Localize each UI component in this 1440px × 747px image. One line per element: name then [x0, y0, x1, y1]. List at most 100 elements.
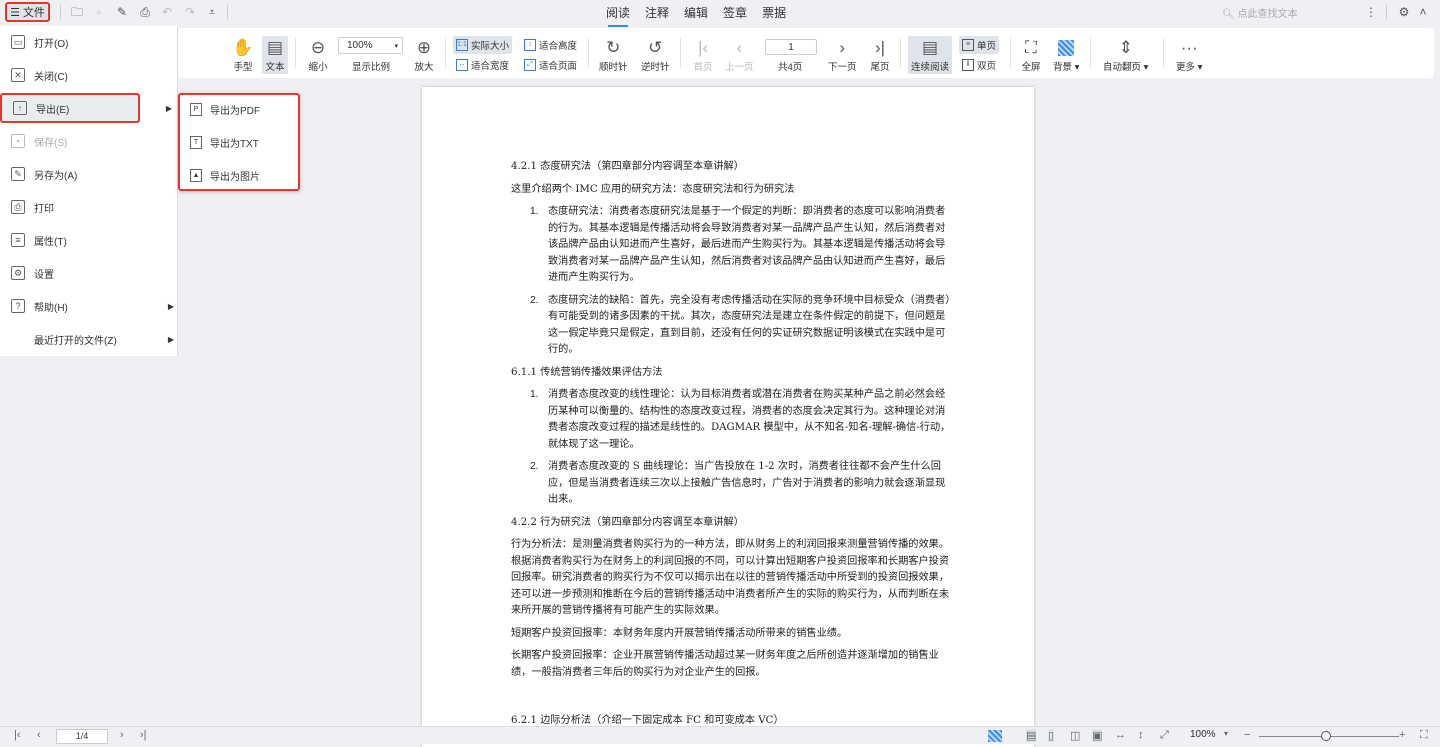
last-page-button[interactable]: ›| 尾页 [869, 37, 891, 73]
last-page-icon: ›| [874, 38, 886, 57]
zoom-value[interactable]: 100% [1190, 729, 1216, 740]
rotate-counterclockwise-button[interactable]: ↺ 逆时针 [641, 37, 670, 73]
more-button[interactable]: ··· 更多 ▾ [1176, 37, 1202, 73]
print-icon: ⎙ [11, 200, 25, 214]
folder-icon: ▭ [11, 35, 25, 49]
submenu-arrow-icon: ▶ [165, 103, 172, 113]
background-pattern-icon [1055, 37, 1077, 59]
export-option-label: 导出为图片 [210, 172, 260, 183]
open-folder-icon[interactable]: 🗀 [70, 5, 84, 19]
list-item: 1. 消费者态度改变的线性理论：认为目标消费者或潜在消费者在购买某种产品之前必然会… [511, 387, 951, 453]
actual-size-icon[interactable]: ▣ [1092, 729, 1103, 742]
text-select-icon: ▤ [266, 38, 284, 57]
fit-height-icon[interactable]: ↕ [1138, 729, 1144, 741]
undo-icon[interactable]: ↶ [160, 5, 174, 19]
menu-item-1[interactable]: ✕ 关闭(C) [0, 60, 178, 90]
plus-circle-icon: ⊕ [416, 38, 432, 57]
menu-item-label: 最近打开的文件(Z) [34, 335, 117, 347]
list-number: 2. [530, 461, 539, 472]
rotate-clockwise-button[interactable]: ↻ 顺时针 [599, 37, 628, 73]
first-page-button[interactable]: |‹ 首页 [692, 37, 714, 73]
customize-dropdown-icon[interactable]: ⩡ [205, 5, 219, 19]
background-pattern-icon[interactable] [988, 730, 1002, 742]
list-text: 态度研究法：消费者态度研究法是基于一个假定的判断：即消费者的态度可以影响消费者的… [548, 206, 946, 283]
double-page-icon[interactable]: ◫ [1070, 729, 1080, 742]
zoom-in-button[interactable]: ⊕ 放大 [413, 37, 435, 73]
paragraph: 4.2.1 态度研究法（第四章部分内容调至本章讲解） [511, 161, 744, 172]
text-tool-button[interactable]: ▤ 文本 [262, 36, 288, 74]
export-option-2[interactable]: ▲ 导出为图片 [178, 159, 300, 192]
continuous-page-icon[interactable]: ▤ [1026, 729, 1037, 742]
page-total: 共4页 [778, 62, 803, 73]
minus-circle-icon: ⊖ [310, 38, 326, 57]
tab-invoice[interactable]: 票据 [762, 4, 786, 24]
fit-window-icon[interactable]: ⛶ [1420, 729, 1428, 742]
fit-page-icon[interactable]: ⤢ [1160, 729, 1169, 742]
paragraph: 短期客户投资回报率：本财务年度内开展营销传播活动所带来的销售业绩。 [511, 627, 848, 639]
background-button[interactable]: 背景 ▾ [1053, 37, 1079, 73]
fit-page-button[interactable]: ⤢ 适合页面 [521, 56, 580, 74]
zoom-label: 显示比例 [352, 62, 391, 73]
hand-tool-button[interactable]: ✋ 手型 [232, 37, 254, 73]
actual-size-button[interactable]: 1:1 实际大小 [453, 36, 513, 54]
menu-item-3[interactable]: ▪ 保存(S) [0, 126, 178, 156]
save-icon[interactable]: ▫ [92, 5, 106, 19]
gear-icon[interactable]: ⚙ [1397, 5, 1411, 19]
zoom-slider-handle[interactable] [1321, 731, 1331, 741]
menu-item-5[interactable]: ⎙ 打印 [0, 192, 178, 222]
menu-item-label: 属性(T) [34, 236, 67, 248]
fullscreen-button[interactable]: ⛶ 全屏 [1020, 37, 1042, 73]
export-submenu: ▲ 导出为图片 T 导出为TXT P 导出为PDF [178, 93, 300, 191]
next-page-button[interactable]: › 下一页 [828, 37, 857, 73]
print-icon[interactable]: ⎙ [138, 5, 152, 19]
more-vertical-icon[interactable]: ⋮ [1364, 5, 1378, 19]
first-page-icon[interactable]: |‹ [14, 729, 21, 741]
double-page-button[interactable]: ‖ 双页 [959, 56, 999, 74]
export-option-1[interactable]: T 导出为TXT [178, 126, 300, 159]
auto-flip-button[interactable]: ⇕ 自动翻页 ▾ [1103, 37, 1148, 73]
tab-read[interactable]: 阅读 [606, 4, 630, 27]
close-icon: ✕ [11, 68, 25, 82]
zoom-select[interactable]: 100% ▾ [338, 37, 403, 54]
page-number-input[interactable]: 1/4 [56, 729, 108, 744]
hamburger-icon: ☰ [10, 6, 20, 19]
fit-width-icon[interactable]: ↔ [1115, 729, 1126, 741]
tab-annotate[interactable]: 注释 [645, 4, 669, 24]
search-input[interactable]: 🔍︎ 点此查找文本 [1222, 5, 1297, 20]
menu-item-9[interactable]: 最近打开的文件(Z) ▶ [0, 324, 178, 354]
menu-item-0[interactable]: ▭ 打开(O) [0, 27, 178, 57]
menu-item-6[interactable]: ≡ 属性(T) [0, 225, 178, 255]
single-page-button[interactable]: ≡ 单页 [959, 36, 1000, 54]
zoom-out-button[interactable]: ⊖ 缩小 [307, 37, 329, 73]
fit-width-button[interactable]: ↔ 适合宽度 [453, 56, 512, 74]
file-menu-button[interactable]: ☰ 文件 [5, 2, 50, 22]
file-menu: ▭ 打开(O) ✕ 关闭(C) ↑ 导出(E) ▶ ▪ 保存(S) ✎ 另存为(A) ⎙ 打印 ≡ 属性(T… [0, 26, 178, 356]
list-text: 消费者态度改变的 S 曲线理论：当广告投放在 1-2 次时，消费者往往都不会产生… [548, 461, 946, 505]
prev-page-icon[interactable]: ‹ [37, 729, 41, 741]
collapse-chevron-icon[interactable]: ˄ [1416, 5, 1430, 19]
save-as-icon[interactable]: ✎ [115, 5, 129, 19]
chevron-right-icon: › [839, 38, 846, 57]
zoom-in-icon[interactable]: + [1399, 729, 1405, 741]
document-content: 4.2.1 态度研究法（第四章部分内容调至本章讲解） 这里介绍两个 IMC 应用的… [511, 159, 951, 736]
menu-item-2[interactable]: ↑ 导出(E) ▶ [0, 93, 172, 123]
page-number-input[interactable]: 1 [765, 39, 817, 55]
redo-icon[interactable]: ↷ [183, 5, 197, 19]
menu-item-7[interactable]: ⚙ 设置 [0, 258, 178, 288]
tab-edit[interactable]: 编辑 [684, 4, 708, 24]
menu-item-8[interactable]: ? 帮助(H) ▶ [0, 291, 178, 321]
rotate-cw-icon: ↻ [606, 38, 621, 57]
single-page-icon[interactable]: ▯ [1048, 729, 1055, 742]
status-bar: |‹ ‹ 1/4 › ›| ▤ ▯ ◫ ▣ ↔ ↕ ⤢ 100% ▾ − + ⛶ [0, 726, 1440, 744]
continuous-reading-button[interactable]: ▤ 连续阅读 [908, 36, 953, 74]
continuous-page-icon: ▤ [921, 38, 939, 57]
export-option-0[interactable]: P 导出为PDF [178, 93, 300, 126]
fit-height-button[interactable]: ↕ 适合高度 [521, 36, 580, 54]
zoom-out-icon[interactable]: − [1244, 729, 1250, 741]
menu-item-4[interactable]: ✎ 另存为(A) [0, 159, 178, 189]
prev-page-button[interactable]: ‹ 上一页 [725, 37, 754, 73]
chevron-down-icon[interactable]: ▾ [1224, 729, 1228, 738]
next-page-icon[interactable]: › [120, 729, 124, 741]
last-page-icon[interactable]: ›| [140, 729, 147, 741]
tab-sign[interactable]: 签章 [723, 4, 747, 24]
